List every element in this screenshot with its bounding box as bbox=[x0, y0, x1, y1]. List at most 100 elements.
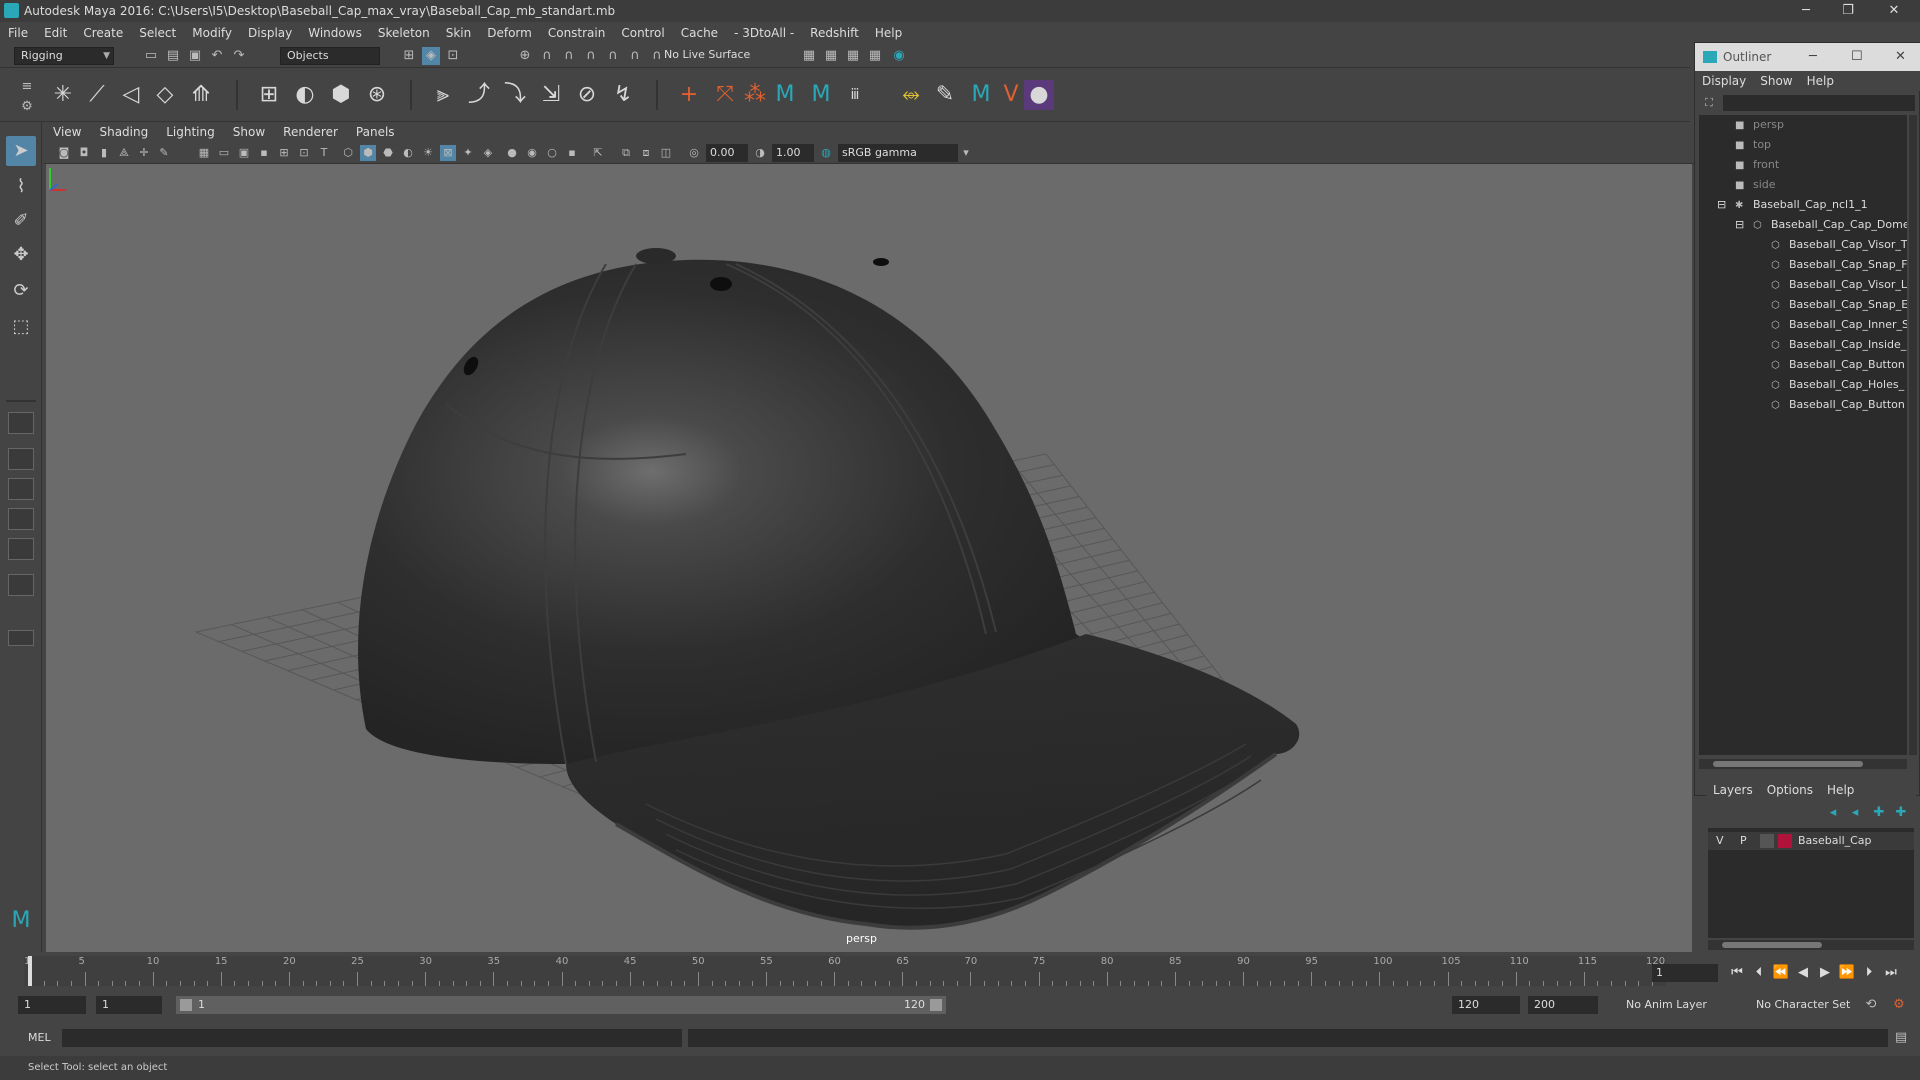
outliner-close-button[interactable]: ✕ bbox=[1895, 43, 1906, 71]
grid-icon[interactable]: ▦ bbox=[196, 145, 212, 161]
ambient-occlusion-icon[interactable]: ◈ bbox=[480, 145, 496, 161]
animation-start-field[interactable]: 1 bbox=[18, 996, 86, 1014]
shader-ball-icon[interactable]: ● bbox=[1024, 80, 1054, 110]
vray-icon[interactable]: V bbox=[996, 80, 1026, 110]
live-surface-field[interactable]: No Live Surface bbox=[658, 47, 758, 65]
motion-blur-icon[interactable]: ● bbox=[504, 145, 520, 161]
new-scene-icon[interactable]: ▭ bbox=[142, 47, 160, 65]
outliner-item[interactable]: ⬡ Baseball_Cap_Inner_S bbox=[1771, 315, 1907, 335]
view-transform-dropdown[interactable]: sRGB gamma bbox=[838, 144, 958, 162]
baseball-cap-model[interactable] bbox=[358, 248, 1300, 930]
preferences-icon[interactable]: ⚙ bbox=[1890, 996, 1908, 1014]
snap-view-icon[interactable]: ∩ bbox=[582, 47, 600, 65]
outliner-item[interactable]: ⬡ Baseball_Cap_Visor_T bbox=[1771, 235, 1907, 255]
step-forward-key-icon[interactable]: ⏩ bbox=[1836, 962, 1858, 984]
step-back-key-icon[interactable]: ⏪ bbox=[1770, 962, 1792, 984]
open-scene-icon[interactable]: ▤ bbox=[164, 47, 182, 65]
close-button[interactable]: ✕ bbox=[1874, 0, 1914, 22]
panel-menu-view[interactable]: View bbox=[44, 122, 90, 142]
scrollbar-thumb[interactable] bbox=[1713, 761, 1863, 767]
layer-type-toggle[interactable] bbox=[1760, 834, 1774, 848]
select-component-icon[interactable]: ⊡ bbox=[444, 47, 462, 65]
menu-3dtoall[interactable]: - 3DtoAll - bbox=[726, 22, 802, 44]
menu-help[interactable]: Help bbox=[867, 22, 910, 44]
outliner-item[interactable]: ⬡ Baseball_Cap_Holes_ bbox=[1771, 375, 1904, 395]
menu-create[interactable]: Create bbox=[75, 22, 131, 44]
parent-constraint-icon[interactable]: ⫸ bbox=[428, 80, 458, 110]
render-settings-icon[interactable]: ▦ bbox=[800, 47, 818, 65]
persp-outliner-layout-icon[interactable] bbox=[8, 478, 34, 500]
bind-skin-icon[interactable]: ⊞ bbox=[254, 80, 284, 110]
redo-icon[interactable]: ↷ bbox=[230, 47, 248, 65]
outliner-item[interactable]: ⬡ Baseball_Cap_Visor_L bbox=[1771, 275, 1907, 295]
script-editor-icon[interactable]: ▤ bbox=[1892, 1029, 1910, 1047]
panel-menu-show[interactable]: Show bbox=[224, 122, 274, 142]
resolution-gate-icon[interactable]: ▣ bbox=[236, 145, 252, 161]
range-slider[interactable]: 1 120 bbox=[176, 996, 946, 1014]
undo-icon[interactable]: ↶ bbox=[208, 47, 226, 65]
script-icon[interactable]: ⅲ bbox=[840, 80, 870, 110]
layer-horizontal-scrollbar[interactable] bbox=[1708, 940, 1914, 950]
wireframe-icon[interactable]: ⬡ bbox=[340, 145, 356, 161]
maya-m-icon[interactable]: M bbox=[770, 80, 800, 110]
gamma-field[interactable]: 1.00 bbox=[772, 144, 814, 162]
minimize-button[interactable]: ─ bbox=[1786, 0, 1826, 22]
time-slider[interactable]: 1510152025303540455055606570758085909510… bbox=[24, 956, 1694, 986]
snap-curve-icon[interactable]: ∩ bbox=[538, 47, 556, 65]
anim-layer-dropdown[interactable]: No Anim Layer bbox=[1620, 996, 1738, 1014]
pole-vector-icon[interactable]: ↯ bbox=[608, 80, 638, 110]
safe-title-icon[interactable]: T bbox=[316, 145, 332, 161]
render-frame-icon[interactable]: ▦ bbox=[844, 47, 862, 65]
more-layouts-icon[interactable] bbox=[8, 630, 34, 646]
playback-end-field[interactable]: 120 bbox=[1452, 996, 1520, 1014]
persp-graph-layout-icon[interactable] bbox=[8, 508, 34, 530]
panel-menu-shading[interactable]: Shading bbox=[90, 122, 157, 142]
exposure-icon[interactable]: ◎ bbox=[686, 145, 702, 161]
hud-icon[interactable]: ◫ bbox=[658, 145, 674, 161]
outliner-item[interactable]: ⬡ Baseball_Cap_Cap_Dome bbox=[1753, 215, 1907, 235]
layer-row[interactable]: V P Baseball_Cap bbox=[1708, 832, 1914, 850]
scale-constraint-icon[interactable]: ⇲ bbox=[536, 80, 566, 110]
hypershade-icon[interactable]: ◉ bbox=[890, 47, 908, 65]
wireframe-on-shaded-icon[interactable]: ⬣ bbox=[380, 145, 396, 161]
panel-menu-lighting[interactable]: Lighting bbox=[157, 122, 224, 142]
shelf-menu-icon[interactable]: ≡ bbox=[18, 78, 36, 96]
outliner-maximize-button[interactable]: ☐ bbox=[1851, 43, 1863, 71]
current-frame-field[interactable]: 1 bbox=[1652, 964, 1718, 982]
outliner-item[interactable]: ⬡ Baseball_Cap_Button bbox=[1771, 395, 1905, 415]
camera-icon[interactable]: ◙ bbox=[56, 145, 72, 161]
grease-pencil-icon[interactable]: ✎ bbox=[156, 145, 172, 161]
outliner-item[interactable]: ■ persp bbox=[1735, 115, 1784, 135]
ipr-render-icon[interactable]: ▦ bbox=[866, 47, 884, 65]
menu-deform[interactable]: Deform bbox=[479, 22, 540, 44]
textured-icon[interactable]: ◐ bbox=[400, 145, 416, 161]
auto-key-icon[interactable]: ⟲ bbox=[1862, 996, 1880, 1014]
menuset-dropdown[interactable]: Rigging ▼ bbox=[14, 47, 114, 65]
menu-skeleton[interactable]: Skeleton bbox=[370, 22, 438, 44]
color-management-icon[interactable]: ◍ bbox=[818, 145, 834, 161]
panel-menu-renderer[interactable]: Renderer bbox=[274, 122, 347, 142]
snap-grid-icon[interactable]: ⊕ bbox=[516, 47, 534, 65]
animation-end-field[interactable]: 200 bbox=[1528, 996, 1598, 1014]
menu-windows[interactable]: Windows bbox=[300, 22, 370, 44]
ik-spline-icon[interactable]: ◁ bbox=[116, 80, 146, 110]
menu-constrain[interactable]: Constrain bbox=[540, 22, 614, 44]
command-language-label[interactable]: MEL bbox=[28, 1026, 51, 1050]
expand-collapse-icon[interactable]: ⊟ bbox=[1717, 195, 1726, 215]
command-input[interactable] bbox=[62, 1029, 682, 1047]
orient-constraint-icon[interactable]: ⤵ bbox=[500, 80, 530, 110]
timeline-track[interactable]: 1510152025303540455055606570758085909510… bbox=[24, 956, 1666, 986]
curve-tool-icon[interactable]: ⥈ bbox=[896, 80, 926, 110]
layer-playback-toggle[interactable]: P bbox=[1740, 832, 1747, 850]
paint-select-icon[interactable]: ✐ bbox=[6, 206, 36, 236]
outliner-menu-help[interactable]: Help bbox=[1800, 71, 1841, 91]
snap-edge-icon[interactable]: ∩ bbox=[626, 47, 644, 65]
range-start-handle[interactable] bbox=[180, 999, 192, 1011]
menu-file[interactable]: File bbox=[0, 22, 36, 44]
current-time-indicator[interactable] bbox=[28, 956, 32, 986]
scale-tool-icon[interactable]: ⬚ bbox=[6, 312, 36, 342]
anti-alias-icon[interactable]: ◉ bbox=[524, 145, 540, 161]
menu-select[interactable]: Select bbox=[131, 22, 184, 44]
layer-down-icon[interactable]: ◂ bbox=[1846, 804, 1864, 822]
blendshape-icon[interactable]: ⁂ bbox=[740, 80, 770, 110]
